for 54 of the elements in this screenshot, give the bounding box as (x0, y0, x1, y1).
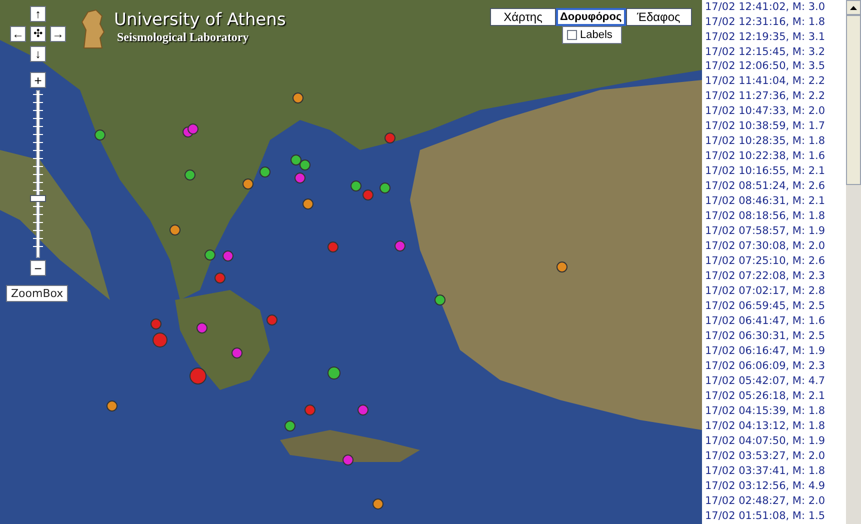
map-type-tab[interactable]: Έδαφος (626, 8, 692, 26)
earthquake-event-link[interactable]: 17/02 07:02:17, M: 2.8 (705, 284, 846, 300)
earthquake-event-link[interactable]: 17/02 10:16:55, M: 2.1 (705, 164, 846, 180)
zoom-out-button[interactable]: − (30, 260, 46, 276)
earthquake-event-link[interactable]: 17/02 01:51:08, M: 1.5 (705, 508, 846, 524)
labels-option[interactable]: Labels (580, 30, 612, 40)
logo-title: University of Athens (114, 12, 286, 29)
earthquake-event-link[interactable]: 17/02 04:13:12, M: 1.8 (705, 419, 846, 434)
earthquake-event-link[interactable]: 17/02 12:19:35, M: 3.1 (705, 30, 846, 45)
labels-checkbox[interactable] (567, 30, 577, 40)
earthquake-event-link[interactable]: 17/02 06:41:47, M: 1.6 (705, 314, 846, 330)
pan-right-button[interactable]: → (50, 26, 66, 42)
earthquake-event-link[interactable]: 17/02 04:15:39, M: 1.8 (705, 404, 846, 420)
earthquake-event-link[interactable]: 17/02 10:47:33, M: 2.0 (705, 104, 846, 120)
zoom-slider[interactable] (30, 90, 46, 258)
earthquake-event-link[interactable]: 17/02 03:37:41, M: 1.8 (705, 464, 846, 479)
earthquake-event-link[interactable]: 17/02 12:06:50, M: 3.5 (705, 60, 846, 75)
center-button[interactable]: ✣ (30, 26, 46, 42)
earthquake-event-link[interactable]: 17/02 07:25:10, M: 2.6 (705, 254, 846, 270)
pan-up-button[interactable]: ↑ (30, 6, 46, 22)
pan-left-button[interactable]: ← (10, 26, 26, 42)
earthquake-event-link[interactable]: 17/02 06:06:09, M: 2.3 (705, 359, 846, 374)
helmeted-head-icon (80, 8, 106, 50)
earthquake-event-link[interactable]: 17/02 03:53:27, M: 2.0 (705, 449, 846, 464)
pan-down-button[interactable]: ↓ (30, 46, 46, 62)
earthquake-event-link[interactable]: 17/02 02:48:27, M: 2.0 (705, 494, 846, 509)
map-type-tab[interactable]: Χάρτης (490, 8, 556, 26)
earthquake-event-link[interactable]: 17/02 10:22:38, M: 1.6 (705, 150, 846, 165)
earthquake-event-link[interactable]: 17/02 08:46:31, M: 2.1 (705, 194, 846, 210)
earthquake-event-link[interactable]: 17/02 03:12:56, M: 4.9 (705, 479, 846, 494)
earthquake-event-link[interactable]: 17/02 06:30:31, M: 2.5 (705, 329, 846, 344)
earthquake-event-link[interactable]: 17/02 05:42:07, M: 4.7 (705, 374, 846, 390)
earthquake-event-link[interactable]: 17/02 06:16:47, M: 1.9 (705, 344, 846, 360)
earthquake-event-link[interactable]: 17/02 07:22:08, M: 2.3 (705, 269, 846, 284)
earthquake-event-link[interactable]: 17/02 08:51:24, M: 2.6 (705, 180, 846, 195)
earthquake-event-link[interactable]: 17/02 04:07:50, M: 1.9 (705, 434, 846, 450)
earthquake-event-link[interactable]: 17/02 12:31:16, M: 1.8 (705, 14, 846, 30)
scroll-up-arrow-icon[interactable] (850, 6, 857, 10)
earthquake-event-link[interactable]: 17/02 10:28:35, M: 1.8 (705, 134, 846, 150)
earthquake-event-link[interactable]: 17/02 07:30:08, M: 2.0 (705, 240, 846, 254)
earthquake-event-link[interactable]: 17/02 07:58:57, M: 1.9 (705, 224, 846, 240)
zoombox-button[interactable]: ZoomBox (6, 285, 68, 302)
scrollbar[interactable] (846, 0, 861, 524)
earthquake-event-link[interactable]: 17/02 12:15:45, M: 3.2 (705, 44, 846, 60)
map-type-tab[interactable]: Δορυφόρος (556, 8, 626, 26)
logo-subtitle: Seismological Laboratory (117, 31, 250, 43)
earthquake-event-link[interactable]: 17/02 10:38:59, M: 1.7 (705, 120, 846, 135)
earthquake-event-link[interactable]: 17/02 11:41:04, M: 2.2 (705, 74, 846, 90)
earthquake-event-link[interactable]: 17/02 05:26:18, M: 2.1 (705, 389, 846, 404)
zoom-in-button[interactable]: + (30, 72, 46, 88)
earthquake-event-link[interactable]: 17/02 08:18:56, M: 1.8 (705, 210, 846, 225)
earthquake-event-link[interactable]: 17/02 11:27:36, M: 2.2 (705, 90, 846, 105)
earthquake-event-link[interactable]: 17/02 06:59:45, M: 2.5 (705, 299, 846, 314)
earthquake-event-link[interactable]: 17/02 12:41:02, M: 3.0 (705, 0, 846, 15)
